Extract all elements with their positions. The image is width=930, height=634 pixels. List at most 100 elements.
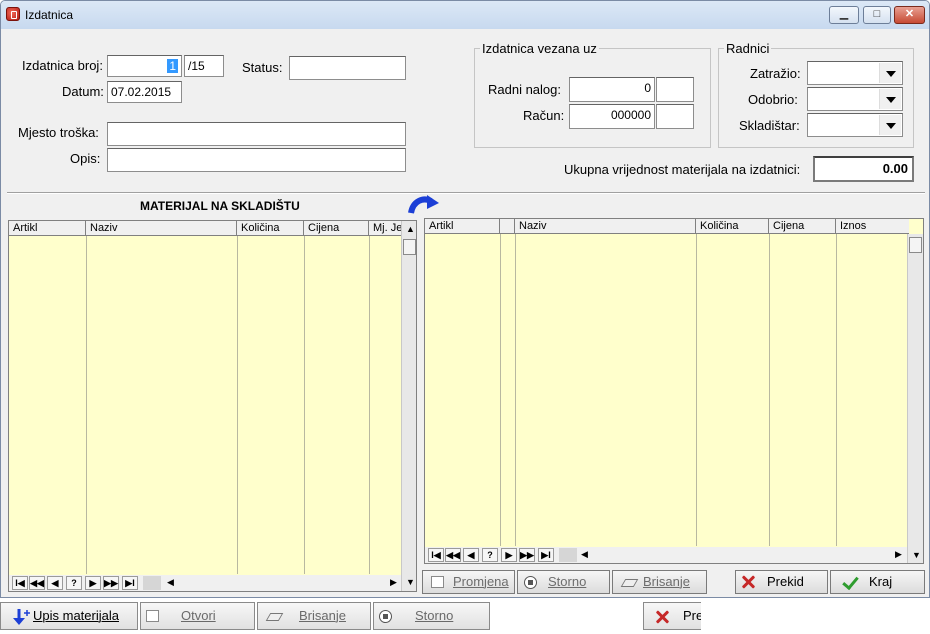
vertical-scrollbar[interactable]: ▼ [907,234,923,563]
nav-next-page-button[interactable]: ▶▶ [103,576,119,590]
title-bar[interactable]: Izdatnica ▁ □ ✕ [1,1,929,29]
broj-label: Izdatnica broj: [22,58,103,73]
edit-icon [431,576,444,588]
col-naziv[interactable]: Naziv [515,219,696,234]
chevron-down-icon[interactable] [879,63,901,83]
izdatnica-grid[interactable]: Artikl Naziv Količina Cijena Iznos ▼ I◀ … [424,218,924,564]
close-icon [654,609,670,625]
col-cijena[interactable]: Cijena [304,221,369,236]
nav-prev-button[interactable]: ◀ [463,548,479,562]
check-icon [841,574,857,590]
nav-next-button[interactable]: ▶ [85,576,101,590]
scroll-thumb[interactable] [909,237,922,253]
materijal-grid-header: Artikl Naziv Količina Cijena Mj. Je [9,221,403,236]
prekid-bottom-button[interactable]: Pre [643,602,701,630]
eraser-icon [620,579,639,587]
mjesto-troska-label: Mjesto troška: [18,125,99,140]
brisanje-bottom-button[interactable]: Brisanje [257,602,371,630]
datum-label: Datum: [62,84,104,99]
racun-extra-input[interactable] [656,104,694,129]
materijal-navbar: I◀ ◀◀ ◀ ? ▶ ▶▶ ▶I ◀ ▶ [9,575,401,591]
brisanje-button[interactable]: Brisanje [612,570,707,594]
col-naziv[interactable]: Naziv [86,221,237,236]
nav-first-button[interactable]: I◀ [428,548,444,562]
nav-prev-button[interactable]: ◀ [47,576,63,590]
mjesto-troska-input[interactable] [107,122,406,146]
nav-search-button[interactable]: ? [66,576,82,590]
scroll-down-icon[interactable]: ▼ [406,577,415,587]
radni-nalog-label: Radni nalog: [488,82,561,97]
col-iznos[interactable]: Iznos [836,219,909,234]
document-icon [146,610,159,622]
scroll-right-icon[interactable]: ▶ [895,549,902,560]
odobrio-label: Odobrio: [748,92,798,107]
nav-prev-page-button[interactable]: ◀◀ [445,548,461,562]
kraj-button[interactable]: Kraj [830,570,925,594]
radni-nalog-input[interactable]: 0 [569,77,655,102]
hscroll-thumb[interactable] [143,576,161,590]
racun-input[interactable]: 000000 [569,104,655,129]
scroll-right-icon[interactable]: ▶ [390,577,397,588]
radni-nalog-extra-input[interactable] [656,77,694,102]
storno-bottom-button[interactable]: Storno [373,602,490,630]
vezana-group-title: Izdatnica vezana uz [480,41,599,56]
col-mj-jed[interactable]: Mj. Je [369,221,403,236]
maximize-button[interactable]: □ [863,6,891,24]
nav-last-button[interactable]: ▶I [122,576,138,590]
skladistar-select[interactable] [807,113,903,137]
storno-button[interactable]: Storno [517,570,610,594]
broj-suffix: /15 [184,55,224,77]
otvori-button[interactable]: Otvori [140,602,255,630]
nav-prev-page-button[interactable]: ◀◀ [29,576,45,590]
scroll-down-icon[interactable]: ▼ [912,550,921,560]
nav-next-button[interactable]: ▶ [501,548,517,562]
storno-icon [379,610,392,623]
status-input[interactable] [289,56,406,80]
col-artikl[interactable]: Artikl [425,219,500,234]
scroll-left-icon[interactable]: ◀ [167,577,174,588]
ukupna-vrijednost-value: 0.00 [813,156,914,182]
transfer-arrow-icon[interactable] [407,193,441,215]
app-icon [6,7,20,21]
datum-input[interactable]: 07.02.2015 [107,81,182,103]
nav-last-button[interactable]: ▶I [538,548,554,562]
izdatnica-navbar: I◀ ◀◀ ◀ ? ▶ ▶▶ ▶I ◀ ▶ [425,547,907,563]
skladistar-label: Skladištar: [739,118,800,133]
zatrazio-select[interactable] [807,61,903,85]
odobrio-select[interactable] [807,87,903,111]
prekid-button[interactable]: Prekid [735,570,828,594]
ukupna-vrijednost-label: Ukupna vrijednost materijala na izdatnic… [564,162,801,177]
broj-input[interactable]: 1 [107,55,182,77]
scroll-left-icon[interactable]: ◀ [581,549,588,560]
nav-first-button[interactable]: I◀ [12,576,28,590]
upis-materijala-button[interactable]: Upis materijala [0,602,138,630]
scroll-up-icon[interactable]: ▲ [406,224,415,234]
bottom-toolbar: Upis materijala Otvori Brisanje Storno P… [0,600,930,634]
storno-icon [524,576,537,589]
racun-label: Račun: [523,108,565,123]
window-title: Izdatnica [25,8,74,22]
scroll-thumb[interactable] [403,239,416,255]
minimize-button[interactable]: ▁ [829,6,859,24]
chevron-down-icon[interactable] [879,89,901,109]
close-button[interactable]: ✕ [894,6,925,24]
divider [7,192,925,194]
vertical-scrollbar[interactable]: ▲ ▼ [401,221,416,591]
hscroll-thumb[interactable] [559,548,577,562]
close-icon [740,574,756,590]
col-artikl[interactable]: Artikl [9,221,86,236]
col-kolicina[interactable]: Količina [696,219,769,234]
eraser-icon [265,613,284,621]
nav-next-page-button[interactable]: ▶▶ [519,548,535,562]
promjena-button[interactable]: Promjena [422,570,515,594]
chevron-down-icon[interactable] [879,115,901,135]
zatrazio-label: Zatražio: [750,66,801,81]
col-blank[interactable] [500,219,515,234]
col-cijena[interactable]: Cijena [769,219,836,234]
nav-search-button[interactable]: ? [482,548,498,562]
broj-value: 1 [167,59,178,73]
col-kolicina[interactable]: Količina [237,221,304,236]
opis-input[interactable] [107,148,406,172]
materijal-grid[interactable]: Artikl Naziv Količina Cijena Mj. Je ▲ ▼ … [8,220,417,592]
radnici-group-title: Radnici [724,41,772,56]
